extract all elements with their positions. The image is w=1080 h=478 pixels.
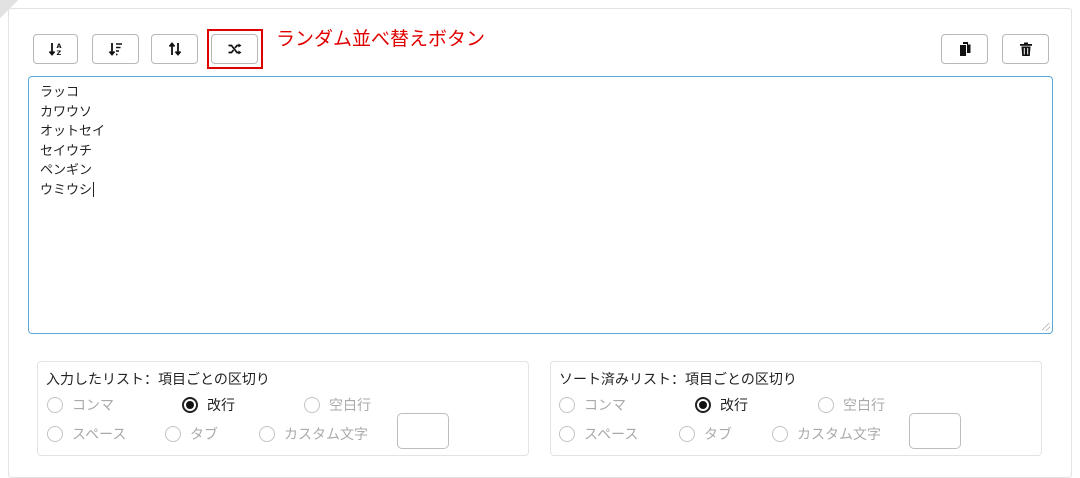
copy-icon [959, 42, 970, 56]
list-line: ラッコ [40, 85, 80, 100]
sorted-separator-legend: ソート済みリスト：項目ごとの区切り [559, 372, 797, 388]
radio-label: カスタム文字 [284, 427, 368, 443]
input-radio-tab[interactable]: タブ [165, 424, 218, 444]
input-separator-group: 入力したリスト：項目ごとの区切り コンマ 改行 空白行 スペース タブ カスタム… [37, 361, 529, 456]
sort-ascending-button[interactable]: A Z [33, 34, 78, 64]
radio-label: 空白行 [843, 398, 885, 414]
copy-button[interactable] [941, 34, 988, 64]
radio-circle [559, 397, 575, 413]
input-custom-separator-field[interactable] [397, 413, 449, 449]
sorted-radio-comma[interactable]: コンマ [559, 395, 626, 415]
radio-label: タブ [190, 427, 218, 443]
clear-button[interactable] [1002, 34, 1049, 64]
sort-descending-icon [108, 43, 122, 56]
sorted-custom-separator-field[interactable] [909, 413, 961, 449]
radio-circle [182, 397, 198, 413]
sorted-separator-group: ソート済みリスト：項目ごとの区切り コンマ 改行 空白行 スペース タブ カスタ… [550, 361, 1042, 456]
radio-circle [165, 426, 181, 442]
radio-circle [47, 426, 63, 442]
radio-label: 空白行 [329, 398, 371, 414]
radio-label: カスタム文字 [797, 427, 881, 443]
shuffle-highlight-box [207, 29, 263, 69]
input-radio-newline[interactable]: 改行 [182, 395, 235, 415]
sorted-radio-custom[interactable]: カスタム文字 [772, 424, 881, 444]
trash-icon [1019, 42, 1032, 56]
radio-circle [772, 426, 788, 442]
list-line: ペンギン [40, 163, 93, 179]
radio-circle [304, 397, 320, 413]
input-radio-space[interactable]: スペース [47, 424, 126, 444]
radio-circle [259, 426, 275, 442]
text-caret [93, 181, 95, 197]
input-separator-legend: 入力したリスト：項目ごとの区切り [46, 372, 270, 388]
input-radio-comma[interactable]: コンマ [47, 395, 114, 415]
list-line-last: ウミウシ [40, 181, 1041, 201]
sort-descending-button[interactable] [92, 34, 139, 64]
resize-handle[interactable] [1042, 323, 1050, 331]
radio-label: タブ [704, 427, 732, 443]
radio-label: 改行 [207, 398, 235, 414]
radio-circle [679, 426, 695, 442]
input-radio-blank-line[interactable]: 空白行 [304, 395, 371, 415]
reverse-order-icon [168, 42, 181, 56]
radio-label: スペース [72, 427, 127, 443]
sorted-radio-space[interactable]: スペース [559, 424, 638, 444]
sorted-radio-tab[interactable]: タブ [679, 424, 732, 444]
radio-circle [695, 397, 711, 413]
list-line: カワウソ [40, 104, 93, 120]
list-line-text: ウミウシ [40, 182, 93, 198]
radio-label: コンマ [72, 398, 114, 414]
sorted-radio-blank-line[interactable]: 空白行 [818, 395, 885, 415]
radio-circle [47, 397, 63, 413]
radio-circle [818, 397, 834, 413]
input-radio-custom[interactable]: カスタム文字 [259, 424, 368, 444]
radio-circle [559, 426, 575, 442]
list-line: セイウチ [40, 143, 93, 159]
list-line: オットセイ [40, 124, 106, 140]
radio-label: スペース [584, 427, 639, 443]
radio-label: コンマ [584, 398, 626, 414]
svg-text:Z: Z [56, 49, 61, 57]
sort-ascending-az-icon: A Z [48, 42, 61, 57]
shuffle-annotation-label: ランダム並べ替えボタン [276, 28, 486, 50]
sorted-radio-newline[interactable]: 改行 [695, 395, 748, 415]
list-input-textarea[interactable]: ラッコ カワウソ オットセイ セイウチ ペンギン ウミウシ [28, 76, 1053, 334]
reverse-order-button[interactable] [151, 34, 198, 64]
radio-label: 改行 [720, 398, 748, 414]
